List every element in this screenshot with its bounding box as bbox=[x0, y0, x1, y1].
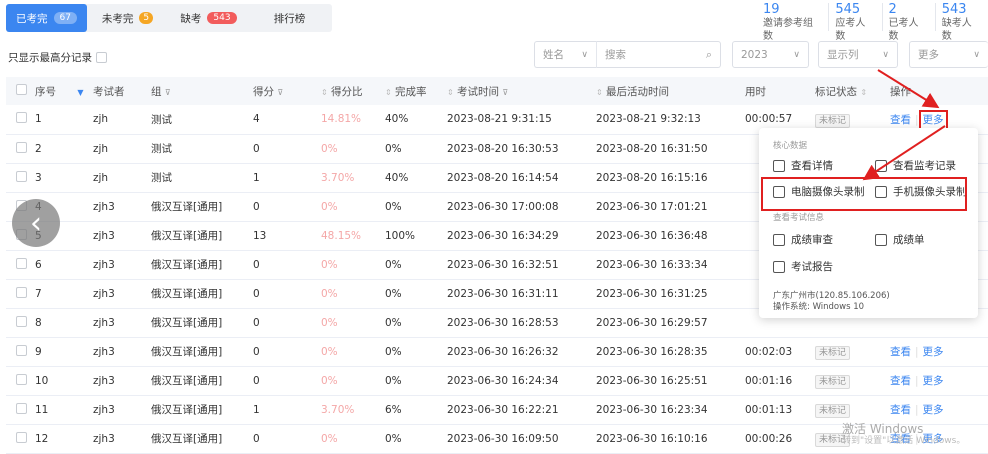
watermark-title: 激活 Windows bbox=[842, 422, 924, 436]
annotation-arrows bbox=[862, 69, 946, 181]
arrow-to-camera bbox=[862, 125, 946, 181]
watermark-subtitle: 转到"设置"以激活 Windows。 bbox=[842, 436, 966, 446]
windows-watermark: 激活 Windows 转到"设置"以激活 Windows。 bbox=[842, 423, 965, 447]
arrow-to-more bbox=[877, 69, 940, 109]
